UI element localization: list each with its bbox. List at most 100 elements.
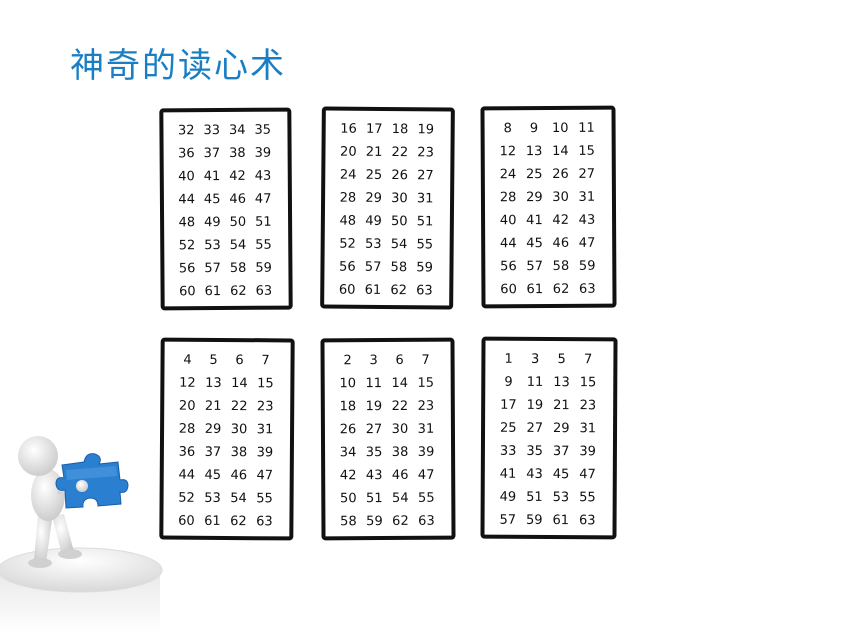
- number-card-1: 32 33 34 35 36 37 38 39 40 41 42 43 44 45 46 47 48 49 50 51…: [159, 107, 293, 311]
- number-card-3: 8 9 10 11 12 13 14 15 24 25 26 27 28 29 30 31 40 41 42 43 44…: [480, 105, 617, 309]
- card-number: 54: [229, 237, 247, 253]
- number-card-5: 2 3 6 7 10 11 14 15 18 19 22 23 26 27 30 31 34 35 38 39 42 43…: [320, 337, 456, 541]
- card-number: 58: [340, 514, 357, 530]
- card-number: 34: [228, 122, 246, 138]
- person-holding-puzzle-piece-icon: [0, 436, 163, 634]
- card-number: 53: [364, 236, 382, 252]
- card-number: 32: [177, 123, 195, 139]
- card-number: 46: [552, 235, 570, 251]
- card-number: 58: [552, 258, 570, 274]
- card-number: 38: [391, 444, 409, 460]
- card-number: 21: [365, 144, 383, 160]
- card-number: 42: [229, 168, 246, 184]
- card-number: 11: [365, 376, 383, 392]
- card-number: 60: [338, 282, 356, 298]
- card-number: 13: [525, 144, 543, 160]
- card-number: 46: [391, 467, 409, 483]
- card-number: 34: [339, 445, 357, 461]
- card-number: 61: [204, 513, 221, 529]
- card-number: 23: [579, 398, 597, 414]
- card-number: 63: [578, 513, 596, 529]
- card-number: 40: [499, 213, 517, 229]
- card-number: 45: [204, 467, 222, 483]
- card-number: 47: [579, 467, 596, 483]
- card-number: 43: [254, 168, 272, 184]
- card-number: 58: [390, 260, 408, 276]
- card-number: 47: [254, 191, 272, 207]
- card-number: 18: [339, 399, 357, 415]
- card-number: 53: [552, 490, 570, 506]
- card-number: 39: [579, 444, 596, 460]
- card-number: 35: [365, 445, 383, 461]
- card-number: 53: [204, 490, 221, 506]
- card-number: 50: [229, 214, 247, 230]
- card-number: 9: [504, 374, 513, 390]
- card-number: 15: [579, 375, 597, 391]
- card-number: 29: [365, 190, 383, 206]
- card-number: 13: [205, 375, 222, 391]
- card-number: 61: [364, 282, 382, 298]
- card-number: 45: [552, 467, 570, 483]
- card-number: 59: [416, 260, 433, 276]
- card-number: 25: [365, 167, 383, 183]
- card-number: 35: [254, 122, 272, 138]
- card-number: 23: [417, 145, 434, 161]
- card-number: 25: [525, 167, 543, 183]
- card-number: 27: [526, 420, 544, 436]
- card-number: 55: [416, 237, 434, 253]
- card-number: 45: [203, 192, 221, 208]
- card-number: 47: [417, 467, 435, 483]
- card-number: 47: [256, 468, 274, 484]
- card-number: 62: [229, 283, 247, 299]
- card-number: 53: [204, 238, 221, 254]
- card-number: 33: [203, 123, 221, 139]
- card-number: 3: [530, 351, 540, 367]
- card-number: 54: [390, 237, 408, 253]
- card-number: 56: [339, 259, 356, 275]
- card-number: 13: [553, 375, 570, 391]
- card-number: 35: [526, 443, 543, 459]
- card-number: 19: [365, 399, 383, 415]
- card-number: 6: [235, 353, 244, 369]
- card-number: 31: [417, 421, 435, 437]
- card-number: 17: [500, 397, 517, 413]
- card-number: 15: [417, 375, 435, 391]
- card-number: 12: [179, 375, 196, 391]
- card-number: 46: [229, 191, 247, 207]
- card-number: 29: [526, 190, 543, 206]
- card-number: 61: [526, 282, 544, 298]
- card-number: 5: [557, 352, 566, 368]
- card-number: 47: [578, 235, 596, 251]
- card-number: 56: [178, 261, 196, 277]
- card-number: 11: [578, 120, 595, 136]
- card-number: 39: [417, 444, 435, 460]
- card-number: 41: [203, 169, 221, 185]
- card-number: 15: [257, 376, 274, 392]
- card-number: 63: [416, 283, 433, 299]
- card-number: 56: [500, 259, 517, 275]
- card-number: 51: [255, 214, 272, 230]
- card-number: 42: [339, 468, 357, 484]
- card-number: 21: [204, 398, 222, 414]
- card-number: 60: [178, 513, 195, 529]
- card-number: 57: [526, 259, 543, 275]
- card-number: 57: [499, 512, 517, 528]
- card-number: 9: [529, 121, 539, 137]
- card-number: 44: [499, 236, 517, 252]
- card-number: 19: [417, 122, 435, 138]
- card-number: 59: [578, 258, 596, 274]
- card-number: 61: [552, 513, 570, 529]
- card-number: 51: [416, 214, 434, 230]
- card-number: 63: [256, 514, 273, 530]
- card-number: 31: [579, 421, 597, 437]
- card-number: 28: [178, 421, 196, 437]
- card-number: 20: [340, 144, 357, 160]
- card-number: 55: [255, 237, 272, 253]
- card-number: 43: [578, 212, 596, 228]
- card-number: 48: [339, 213, 357, 229]
- card-number: 26: [391, 168, 408, 184]
- card-number: 63: [418, 513, 435, 529]
- card-number: 63: [578, 281, 596, 297]
- card-number: 40: [178, 169, 195, 185]
- card-number: 62: [392, 513, 409, 529]
